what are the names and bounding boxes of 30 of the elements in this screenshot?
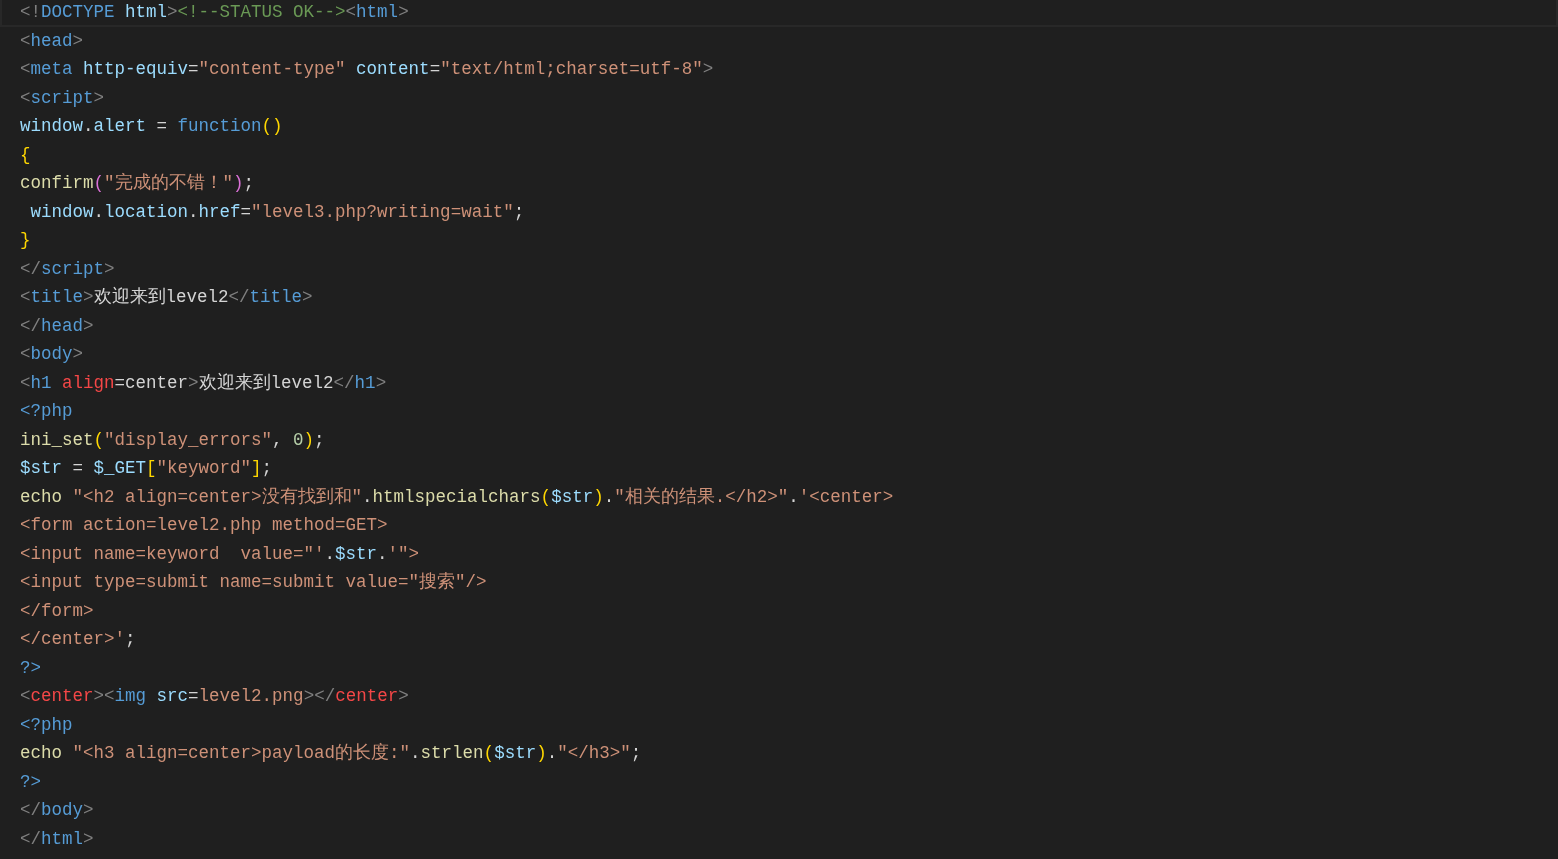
- code-line: <input type=submit name=submit value="搜索"/>: [19, 571, 487, 594]
- code-line: echo "<h3 align=center>payload的长度:".strlen($str)."</h3>";: [19, 742, 642, 765]
- code-line: <center><img src=level2.png></center>: [19, 685, 409, 708]
- code-line: window.alert = function(): [19, 115, 283, 138]
- code-line: <meta http-equiv="content-type" content="text/html;charset=utf-8">: [19, 58, 714, 81]
- code-line: </body>: [19, 799, 94, 822]
- code-line: </html>: [19, 827, 94, 851]
- code-line: <head>: [19, 29, 84, 53]
- code-line: </head>: [19, 314, 94, 338]
- code-line: confirm("完成的不错！");: [19, 172, 255, 195]
- code-line: echo "<h2 align=center>没有找到和".htmlspecialchars($str)."相关的结果.</h2>".'<center>: [19, 485, 894, 509]
- code-line: </center>';: [19, 628, 136, 651]
- code-line: <!DOCTYPE html><!--STATUS OK--><html>: [0, 0, 1558, 27]
- code-line: {: [19, 143, 31, 167]
- code-line: ini_set("display_errors", 0);: [19, 428, 325, 452]
- code-line: ?>: [19, 770, 41, 794]
- code-line: <input name=keyword value="'.$str.'">: [19, 542, 420, 566]
- code-line: <?php: [19, 400, 73, 423]
- code-line: ?>: [19, 656, 41, 680]
- code-line: <body>: [19, 343, 84, 366]
- code-line: </script>: [19, 257, 115, 281]
- code-line: <title>欢迎来到level2</title>: [19, 286, 313, 309]
- code-line: <script>: [19, 86, 105, 110]
- code-line: </form>: [19, 599, 94, 623]
- code-line: <?php: [19, 713, 73, 737]
- code-line: $str = $_GET["keyword"];: [19, 457, 273, 480]
- code-line: <form action=level2.php method=GET>: [19, 514, 388, 537]
- code-line: <h1 align=center>欢迎来到level2</h1>: [19, 371, 387, 395]
- code-line: window.location.href="level3.php?writing=wait";: [29, 200, 525, 224]
- code-line: }: [19, 229, 31, 252]
